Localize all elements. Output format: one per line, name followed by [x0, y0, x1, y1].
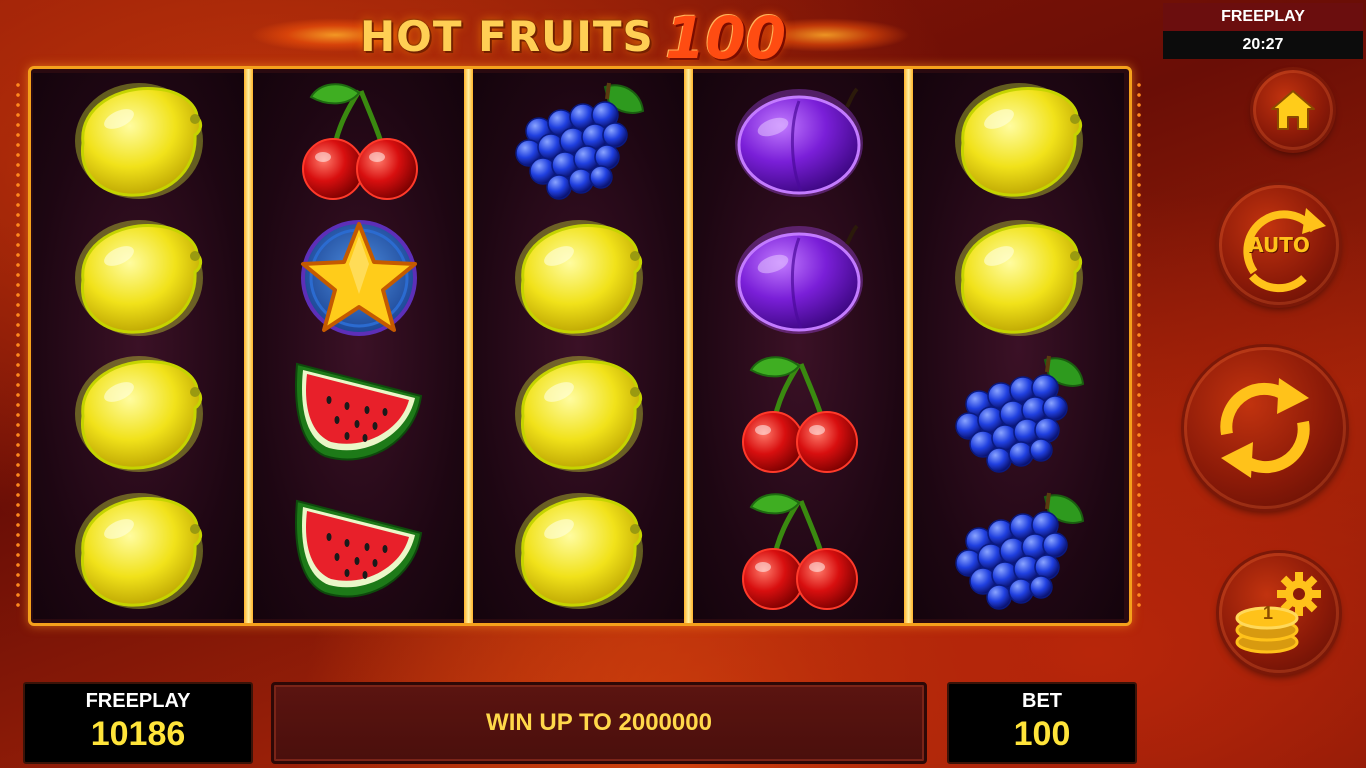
symbol-lemon — [473, 483, 684, 619]
reels-frame — [28, 66, 1132, 626]
balance-label: FREEPLAY — [85, 690, 191, 712]
symbol-grapes — [473, 73, 684, 209]
reel-2 — [253, 73, 464, 619]
win-message: WIN UP TO 2000000 — [271, 682, 927, 764]
spin-arrows-icon — [1220, 378, 1310, 478]
auto-label: AUTO — [1248, 233, 1310, 257]
bet-panel[interactable]: BET 100 — [947, 682, 1137, 764]
reel-divider — [684, 69, 693, 623]
reel-divider — [244, 69, 253, 623]
symbol-lemon — [33, 346, 244, 482]
spin-button[interactable] — [1184, 347, 1346, 509]
game-title-text: HOT FRUITS — [360, 12, 654, 61]
reel-3 — [473, 73, 684, 619]
home-icon — [1271, 90, 1315, 130]
symbol-cherry — [693, 483, 904, 619]
symbol-lemon — [33, 73, 244, 209]
symbol-star — [253, 210, 464, 346]
symbol-lemon — [33, 210, 244, 346]
symbol-plum — [693, 73, 904, 209]
status-clock: 20:27 — [1242, 36, 1284, 53]
symbol-cherry — [253, 73, 464, 209]
coin-settings-button[interactable]: 1 — [1219, 553, 1339, 673]
reel-5 — [913, 73, 1124, 619]
status-panel: FREEPLAY 20:27 — [1163, 3, 1363, 59]
coins-gear-icon — [1235, 572, 1321, 654]
symbol-lemon — [913, 73, 1124, 209]
symbol-watermelon — [253, 483, 464, 619]
symbol-grapes — [913, 346, 1124, 482]
symbol-lemon — [913, 210, 1124, 346]
symbol-lemon — [473, 346, 684, 482]
coin-value-label: 1 — [1263, 603, 1274, 623]
reel-1 — [33, 73, 244, 619]
status-mode: FREEPLAY — [1163, 3, 1363, 31]
symbol-plum — [693, 210, 904, 346]
symbol-cherry — [693, 346, 904, 482]
symbol-lemon — [33, 483, 244, 619]
symbol-watermelon — [253, 346, 464, 482]
game-title-number: 100 — [665, 4, 787, 72]
balance-panel: FREEPLAY 10186 — [23, 682, 253, 764]
light-dots-left — [15, 80, 21, 610]
light-dots-right — [1136, 80, 1142, 610]
home-button[interactable] — [1253, 70, 1333, 150]
symbol-lemon — [473, 210, 684, 346]
reel-divider — [464, 69, 473, 623]
auto-spin-button[interactable]: AUTO — [1219, 185, 1339, 305]
reel-4 — [693, 73, 904, 619]
balance-value: 10186 — [90, 715, 186, 753]
game-title: HOT FRUITS 100 — [250, 4, 910, 72]
bet-value: 100 — [1013, 715, 1071, 753]
reel-divider — [904, 69, 913, 623]
symbol-grapes — [913, 483, 1124, 619]
bet-label: BET — [1022, 690, 1062, 712]
